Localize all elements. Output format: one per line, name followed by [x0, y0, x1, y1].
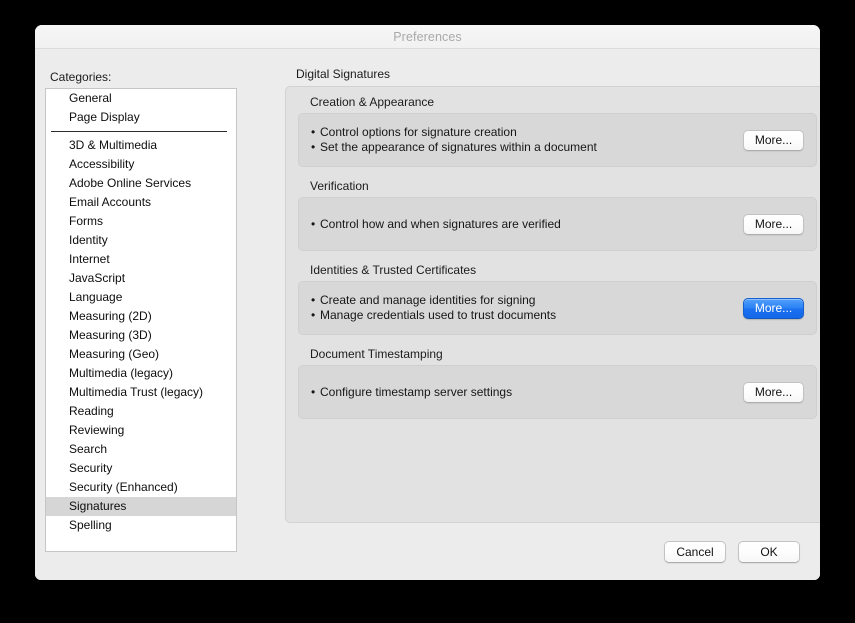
window-titlebar: Preferences: [35, 25, 820, 49]
dialog-footer: Cancel OK: [664, 541, 800, 563]
window-content: Categories: GeneralPage Display 3D & Mult…: [35, 49, 820, 580]
settings-group: Verification •Control how and when signat…: [298, 179, 817, 251]
group-title: Verification: [310, 179, 817, 193]
sidebar-item-3d-multimedia[interactable]: 3D & Multimedia: [46, 136, 236, 155]
bullet-list: •Control options for signature creation•…: [311, 125, 743, 155]
sidebar-item-internet[interactable]: Internet: [46, 250, 236, 269]
more-button[interactable]: More...: [743, 298, 804, 319]
bullet-text: Control how and when signatures are veri…: [320, 217, 561, 231]
bullet-list: •Configure timestamp server settings: [311, 385, 743, 400]
sidebar-separator: [46, 127, 236, 136]
cancel-button[interactable]: Cancel: [664, 541, 726, 563]
bullet-text: Create and manage identities for signing: [320, 293, 535, 307]
categories-sidebar: Categories: GeneralPage Display 3D & Mult…: [45, 70, 272, 552]
bullet-item: •Manage credentials used to trust docume…: [311, 308, 743, 323]
sidebar-item-page-display[interactable]: Page Display: [46, 108, 236, 127]
bullet-dot-icon: •: [311, 308, 320, 323]
bullet-dot-icon: •: [311, 293, 320, 308]
sidebar-item-signatures[interactable]: Signatures: [46, 497, 236, 516]
group-title: Document Timestamping: [310, 347, 817, 361]
group-title: Creation & Appearance: [310, 95, 817, 109]
bullet-list: •Create and manage identities for signin…: [311, 293, 743, 323]
sidebar-item-identity[interactable]: Identity: [46, 231, 236, 250]
group-title: Identities & Trusted Certificates: [310, 263, 817, 277]
sidebar-item-language[interactable]: Language: [46, 288, 236, 307]
sidebar-item-general[interactable]: General: [46, 89, 236, 108]
sidebar-item-javascript[interactable]: JavaScript: [46, 269, 236, 288]
group-box: •Create and manage identities for signin…: [298, 281, 817, 335]
sidebar-item-partial[interactable]: [46, 535, 236, 552]
group-box: •Control how and when signatures are ver…: [298, 197, 817, 251]
sidebar-item-measuring-3d[interactable]: Measuring (3D): [46, 326, 236, 345]
bullet-text: Manage credentials used to trust documen…: [320, 308, 556, 322]
group-box: •Control options for signature creation•…: [298, 113, 817, 167]
bullet-list: •Control how and when signatures are ver…: [311, 217, 743, 232]
categories-label: Categories:: [50, 70, 272, 84]
bullet-item: •Control how and when signatures are ver…: [311, 217, 743, 232]
group-box: •Configure timestamp server settingsMore…: [298, 365, 817, 419]
page-title: Digital Signatures: [296, 67, 820, 81]
bullet-text: Configure timestamp server settings: [320, 385, 512, 399]
sidebar-item-measuring-2d[interactable]: Measuring (2D): [46, 307, 236, 326]
preferences-window: Preferences Categories: GeneralPage Disp…: [35, 25, 820, 580]
bullet-dot-icon: •: [311, 217, 320, 232]
bullet-dot-icon: •: [311, 140, 320, 155]
bullet-item: •Set the appearance of signatures within…: [311, 140, 743, 155]
bullet-text: Set the appearance of signatures within …: [320, 140, 597, 154]
sidebar-item-security[interactable]: Security: [46, 459, 236, 478]
bullet-item: •Control options for signature creation: [311, 125, 743, 140]
sidebar-item-accessibility[interactable]: Accessibility: [46, 155, 236, 174]
sidebar-item-adobe-online-services[interactable]: Adobe Online Services: [46, 174, 236, 193]
more-button[interactable]: More...: [743, 130, 804, 151]
settings-group: Document Timestamping •Configure timestam…: [298, 347, 817, 419]
sidebar-item-reading[interactable]: Reading: [46, 402, 236, 421]
sidebar-item-forms[interactable]: Forms: [46, 212, 236, 231]
bullet-dot-icon: •: [311, 125, 320, 140]
settings-group: Identities & Trusted Certificates •Create…: [298, 263, 817, 335]
settings-group: Creation & Appearance •Control options fo…: [298, 95, 817, 167]
bullet-item: •Configure timestamp server settings: [311, 385, 743, 400]
sidebar-item-reviewing[interactable]: Reviewing: [46, 421, 236, 440]
sidebar-item-security-enhanced[interactable]: Security (Enhanced): [46, 478, 236, 497]
sidebar-item-multimedia-legacy[interactable]: Multimedia (legacy): [46, 364, 236, 383]
bullet-text: Control options for signature creation: [320, 125, 517, 139]
digital-signatures-panel: Digital Signatures Creation & Appearance…: [285, 67, 820, 523]
sidebar-item-measuring-geo[interactable]: Measuring (Geo): [46, 345, 236, 364]
more-button[interactable]: More...: [743, 382, 804, 403]
sidebar-item-spelling[interactable]: Spelling: [46, 516, 236, 535]
sidebar-item-multimedia-trust-legacy[interactable]: Multimedia Trust (legacy): [46, 383, 236, 402]
window-title: Preferences: [393, 30, 462, 44]
categories-list[interactable]: GeneralPage Display 3D & MultimediaAccess…: [45, 88, 237, 552]
bullet-item: •Create and manage identities for signin…: [311, 293, 743, 308]
settings-panel: Creation & Appearance•Control options fo…: [285, 86, 820, 523]
ok-button[interactable]: OK: [738, 541, 800, 563]
more-button[interactable]: More...: [743, 214, 804, 235]
bullet-dot-icon: •: [311, 385, 320, 400]
sidebar-item-email-accounts[interactable]: Email Accounts: [46, 193, 236, 212]
sidebar-item-search[interactable]: Search: [46, 440, 236, 459]
